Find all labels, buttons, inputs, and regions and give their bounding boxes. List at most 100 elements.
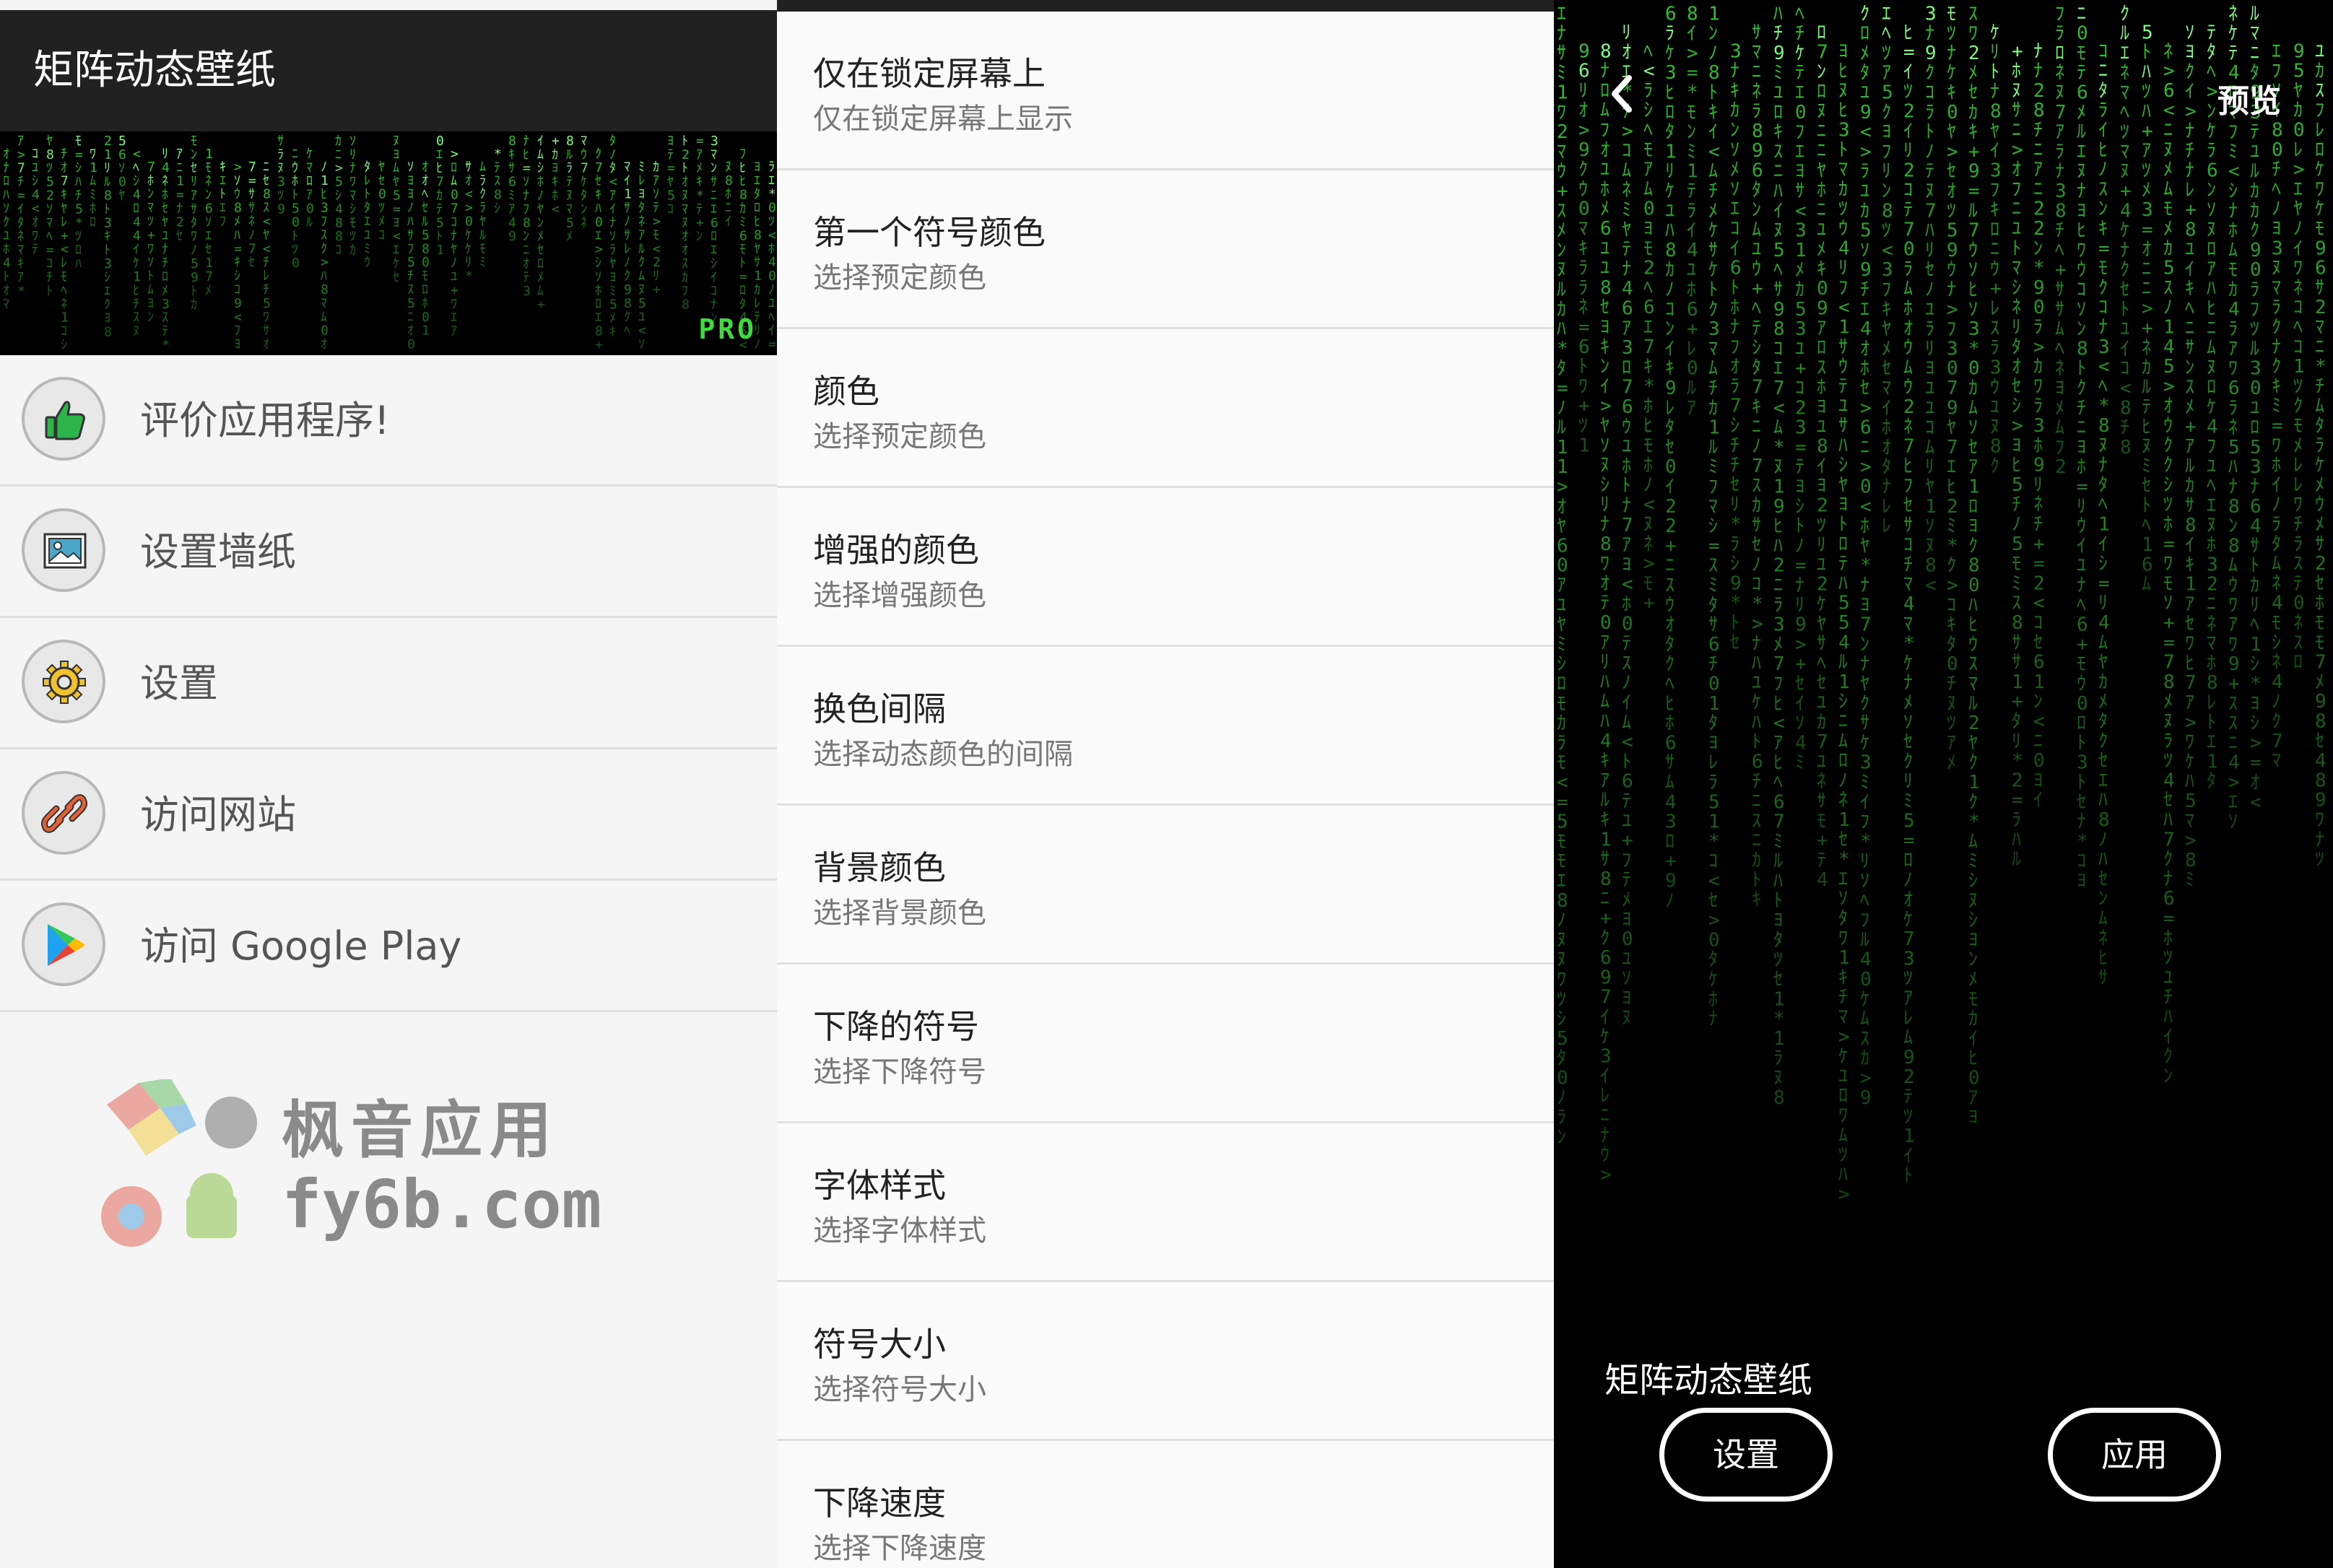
svg-text:ﾏ: ﾏ (2272, 277, 2281, 299)
menu-item-set-wallpaper[interactable]: 设置墙纸 (0, 487, 777, 618)
setting-lock-screen-only[interactable]: 仅在锁定屏幕上 仅在锁定屏幕上显示 (777, 12, 1554, 170)
svg-text:9: 9 (2315, 691, 2327, 713)
svg-text:ｻ: ｻ (2098, 967, 2108, 988)
svg-text:ﾑ: ﾑ (451, 174, 457, 189)
setting-first-symbol-color[interactable]: 第一个符号颜色 选择预定颜色 (777, 170, 1554, 329)
svg-text:ﾋ: ﾋ (1838, 61, 1848, 82)
svg-text:ﾃ: ﾃ (1622, 239, 1631, 261)
svg-text:ﾆ: ﾆ (176, 160, 183, 175)
svg-text:ｼ: ｼ (1730, 415, 1739, 437)
svg-text:ﾌ: ﾌ (682, 284, 688, 299)
svg-text:7: 7 (1773, 378, 1785, 399)
svg-text:8: 8 (595, 324, 603, 339)
svg-text:ﾈ: ﾈ (2098, 928, 2108, 949)
watermark-logo (101, 1079, 257, 1247)
menu-item-settings[interactable]: 设置 (0, 618, 777, 749)
svg-text:5: 5 (1773, 240, 1785, 261)
back-arrow-icon[interactable] (1594, 65, 1652, 123)
svg-text:4: 4 (2163, 336, 2175, 358)
svg-text:ﾈ: ﾈ (581, 215, 587, 230)
svg-text:ﾙ: ﾙ (104, 175, 110, 190)
setting-symbol-size[interactable]: 符号大小 选择符号大小 (777, 1282, 1554, 1441)
svg-text:ﾛ: ﾛ (2207, 377, 2216, 398)
svg-text:ﾊ: ﾊ (1773, 535, 1783, 557)
svg-text:>: > (653, 214, 661, 230)
setting-color-change-interval[interactable]: 换色间隔 选择动态颜色的间隔 (777, 647, 1554, 806)
wallpaper-settings-button[interactable]: 设置 (1659, 1408, 1833, 1502)
svg-text:ﾅ: ﾅ (2077, 575, 2086, 596)
svg-text:ﾔ: ﾔ (754, 241, 760, 256)
svg-text:ﾐ: ﾐ (739, 214, 746, 230)
svg-text:ﾌ: ﾌ (1838, 277, 1848, 299)
preview-title: 预览 (2217, 83, 2281, 120)
setting-font-style[interactable]: 字体样式 选择字体样式 (777, 1123, 1554, 1282)
svg-text:ﾈ: ﾈ (2293, 612, 2303, 634)
svg-text:ﾖ: ﾖ (2077, 437, 2086, 458)
svg-text:ｳ: ｳ (1665, 594, 1674, 616)
svg-text:ﾛ: ﾛ (1665, 102, 1674, 123)
svg-text:ﾏ: ﾏ (349, 188, 356, 204)
svg-text:ﾇ: ﾇ (638, 282, 645, 297)
svg-text:ﾗ: ﾗ (1990, 337, 1999, 359)
svg-text:ﾕ: ﾕ (2315, 40, 2324, 62)
svg-text:ﾆ: ﾆ (2228, 732, 2238, 754)
svg-text:8: 8 (1925, 555, 1937, 577)
svg-text:ﾒ: ﾒ (2055, 397, 2064, 419)
svg-text:ｶ: ｶ (1708, 397, 1718, 419)
svg-text:ﾅ: ﾅ (1600, 1125, 1609, 1146)
svg-text:ﾜ: ﾜ (1557, 969, 1566, 990)
svg-text:ﾁ: ﾁ (2272, 159, 2281, 180)
svg-text:ﾈ: ﾈ (1643, 533, 1653, 555)
svg-text:<: < (1860, 121, 1872, 143)
svg-text:ﾎ: ﾎ (162, 188, 168, 203)
svg-text:ﾄ: ﾄ (104, 243, 110, 258)
svg-text:+: + (2142, 318, 2153, 339)
svg-text:ｴ: ｴ (1860, 299, 1869, 321)
svg-text:ﾙ: ﾙ (566, 147, 573, 162)
svg-text:ﾕ: ﾕ (2163, 967, 2173, 988)
setting-fall-speed[interactable]: 下降速度 选择下降速度 (777, 1441, 1554, 1568)
svg-text:ﾊ: ﾊ (1665, 220, 1674, 242)
svg-text:ｽ: ｽ (1968, 3, 1978, 25)
menu-item-rate-app[interactable]: 评价应用程序! (0, 355, 777, 487)
svg-text:5: 5 (191, 256, 199, 271)
svg-text:ﾔ: ﾔ (667, 175, 674, 190)
svg-text:<: < (2120, 378, 2132, 399)
svg-text:4: 4 (2272, 593, 2283, 614)
setting-color[interactable]: 颜色 选择预定颜色 (777, 329, 1554, 488)
app-bar: 矩阵动态壁纸 (0, 10, 777, 131)
svg-text:ｽ: ｽ (1708, 555, 1718, 577)
svg-text:ｲ: ｲ (1622, 692, 1631, 714)
svg-text:ﾆ: ﾆ (523, 243, 529, 258)
apply-wallpaper-button[interactable]: 应用 (2048, 1408, 2221, 1502)
svg-text:9: 9 (1773, 299, 1785, 321)
svg-text:ﾔ: ﾔ (609, 256, 616, 271)
setting-enhanced-color[interactable]: 增强的颜色 选择增强颜色 (777, 488, 1554, 647)
menu-item-visit-website[interactable]: 访问网站 (0, 749, 777, 881)
svg-text:ﾊ: ﾊ (1968, 594, 1978, 616)
svg-text:ﾑ: ﾑ (1600, 691, 1609, 713)
svg-text:ﾂ: ﾂ (1903, 1106, 1913, 1128)
svg-text:ﾀ: ﾀ (1752, 180, 1761, 201)
svg-text:9: 9 (1578, 139, 1590, 161)
svg-text:ｹ: ｹ (1903, 909, 1913, 931)
svg-text:ｾ: ｾ (1752, 534, 1761, 556)
svg-text:ﾊ: ﾊ (3, 188, 9, 203)
setting-falling-symbols[interactable]: 下降的符号 选择下降符号 (777, 964, 1554, 1123)
svg-text:8: 8 (2228, 496, 2240, 518)
status-strip (777, 0, 1554, 12)
svg-text:<: < (234, 310, 242, 325)
menu-item-visit-google-play[interactable]: 访问 Google Play (0, 881, 777, 1012)
svg-text:ｸ: ｸ (1600, 928, 1609, 949)
svg-text:ｱ: ｱ (2228, 614, 2238, 636)
svg-text:ﾕ: ﾕ (3, 228, 9, 243)
svg-text:6: 6 (739, 228, 747, 243)
svg-text:ﾖ: ﾖ (2250, 693, 2259, 715)
svg-text:ｱ: ｱ (1968, 1087, 1978, 1109)
svg-text:8: 8 (1600, 277, 1612, 299)
svg-text:+: + (2142, 121, 2153, 142)
svg-text:ｹ: ｹ (1860, 732, 1869, 754)
svg-text:ﾍ: ﾍ (624, 323, 630, 339)
svg-text:0: 0 (1947, 102, 1958, 123)
setting-background-color[interactable]: 背景颜色 选择背景颜色 (777, 806, 1554, 964)
